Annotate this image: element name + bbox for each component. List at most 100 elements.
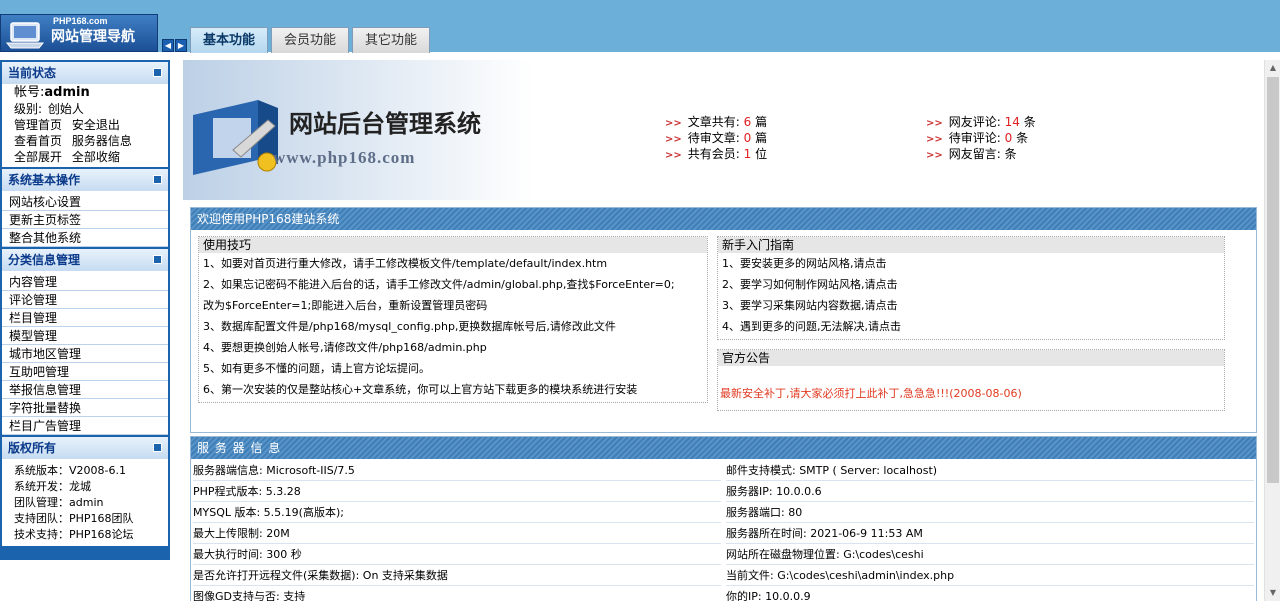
- server-row: 服务器IP: 10.0.0.6: [726, 481, 1254, 502]
- version-line: 系统版本：V2008-6.1: [14, 464, 126, 477]
- stat-unit: 条: [1004, 147, 1017, 161]
- tip-item: 5、如有更多不懂的问题，请上官方论坛提问。: [203, 362, 430, 375]
- logout-link[interactable]: 安全退出: [72, 118, 120, 132]
- banner: 网站后台管理系统 www.php168.com: [183, 60, 533, 200]
- collapse-icon[interactable]: [153, 175, 162, 184]
- guide-title: 新手入门指南: [718, 237, 1224, 253]
- status-links-row: 管理首页 安全退出: [2, 117, 168, 133]
- scroll-thumb[interactable]: [1267, 77, 1279, 483]
- view-home-link[interactable]: 查看首页: [14, 134, 62, 148]
- banner-url: www.php168.com: [273, 148, 416, 167]
- status-links-row: 查看首页 服务器信息: [2, 133, 168, 149]
- main-content: 网站后台管理系统 www.php168.com >> 文章共有: 6 篇 >> 待审…: [183, 60, 1263, 601]
- tab-basic[interactable]: 基本功能: [190, 27, 268, 53]
- server-row: 当前文件: G:\codes\ceshi\admin\index.php: [726, 565, 1254, 586]
- double-arrow-icon: >>: [665, 134, 682, 145]
- nav-mutual-help[interactable]: 互助吧管理: [2, 363, 168, 381]
- guide-link[interactable]: 4、遇到更多的问题,无法解决,请点击: [718, 316, 1224, 337]
- stat-unit: 篇: [755, 131, 768, 145]
- nav-batch-replace[interactable]: 字符批量替换: [2, 399, 168, 417]
- status-links-row: 全部展开 全部收缩: [2, 149, 168, 165]
- welcome-title: 欢迎使用PHP168建站系统: [191, 208, 1256, 230]
- sidebar-section-status[interactable]: 当前状态: [2, 62, 168, 84]
- stat-unit: 条: [1016, 131, 1029, 145]
- nav-integrate-systems[interactable]: 整合其他系统: [2, 229, 168, 247]
- nav-models[interactable]: 模型管理: [2, 327, 168, 345]
- copyright-panel: 系统版本：V2008-6.1 系统开发：龙城 团队管理：admin 支持团队：P…: [2, 459, 168, 546]
- stat-value: 0: [743, 131, 752, 145]
- stat-pending-articles: >> 待审文章: 0 篇: [665, 130, 767, 146]
- nav-core-settings[interactable]: 网站核心设置: [2, 193, 168, 211]
- vertical-scrollbar[interactable]: ▲ ▼: [1264, 60, 1280, 601]
- collapse-icon[interactable]: [153, 255, 162, 264]
- laptop-icon: [5, 22, 45, 49]
- tip-item: 改为$ForceEnter=1;即能进入后台，重新设置管理员密码: [203, 299, 488, 312]
- collapse-all-link[interactable]: 全部收缩: [72, 150, 120, 164]
- level-label: 级别:: [14, 102, 43, 116]
- nav-column-ads[interactable]: 栏目广告管理: [2, 417, 168, 435]
- level-value: 创始人: [47, 102, 84, 116]
- nav-regions[interactable]: 城市地区管理: [2, 345, 168, 363]
- nav-reports[interactable]: 举报信息管理: [2, 381, 168, 399]
- stat-label: 网友留言:: [948, 147, 1001, 161]
- stat-label: 待审评论:: [948, 131, 1001, 145]
- guide-link[interactable]: 2、要学习如何制作网站风格,请点击: [718, 274, 1224, 295]
- support-team-line: 支持团队：PHP168团队: [14, 512, 134, 525]
- tab-other[interactable]: 其它功能: [352, 27, 430, 53]
- guide-link[interactable]: 3、要学习采集网站内容数据,请点击: [718, 295, 1224, 316]
- banner-title: 网站后台管理系统: [289, 112, 481, 138]
- sidebar-section-copyright[interactable]: 版权所有: [2, 437, 168, 459]
- account-value: admin: [44, 85, 90, 100]
- section-title: 分类信息管理: [8, 253, 81, 267]
- team-admin-line: 团队管理：admin: [14, 496, 104, 509]
- stat-value: 0: [1004, 131, 1013, 145]
- stat-comments: >> 网友评论: 14 条: [926, 114, 1036, 130]
- sidebar-section-category[interactable]: 分类信息管理: [2, 249, 168, 271]
- double-arrow-icon: >>: [926, 118, 943, 129]
- tip-item: 1、如要对首页进行重大修改，请手工修改模板文件/template/default…: [203, 257, 608, 270]
- server-info-link[interactable]: 服务器信息: [72, 134, 132, 148]
- stat-unit: 位: [755, 147, 768, 161]
- tech-support-line: 技术支持：PHP168论坛: [14, 528, 134, 541]
- tip-item: 4、要想更换创始人帐号,请修改文件/php168/admin.php: [203, 341, 487, 354]
- nav-content[interactable]: 内容管理: [2, 273, 168, 291]
- collapse-icon[interactable]: [153, 68, 162, 77]
- stat-label: 文章共有:: [687, 115, 740, 129]
- stat-value: 6: [743, 115, 752, 129]
- tips-title: 使用技巧: [199, 237, 707, 253]
- server-row: 网站所在磁盘物理位置: G:\codes\ceshi: [726, 544, 1254, 565]
- nav-update-tags[interactable]: 更新主页标签: [2, 211, 168, 229]
- section-title: 版权所有: [8, 441, 57, 455]
- notice-title: 官方公告: [718, 350, 1224, 366]
- scroll-down-icon[interactable]: ▼: [1265, 585, 1280, 601]
- collapse-left-button[interactable]: ◀: [162, 39, 174, 52]
- nav-columns[interactable]: 栏目管理: [2, 309, 168, 327]
- section-title: 系统基本操作: [8, 173, 81, 187]
- expand-right-button[interactable]: ▶: [175, 39, 187, 52]
- level-line: 级别: 创始人: [2, 101, 168, 117]
- collapse-icon[interactable]: [153, 443, 162, 452]
- top-bar: PHP168.com 网站管理导航 ◀ ▶ 基本功能 会员功能 其它功能: [0, 0, 1280, 53]
- nav-comments[interactable]: 评论管理: [2, 291, 168, 309]
- scroll-up-icon[interactable]: ▲: [1265, 60, 1280, 76]
- tip-item: 3、数据库配置文件是/php168/mysql_config.php,更换数据库…: [203, 320, 616, 333]
- category-nav: 内容管理 评论管理 栏目管理 模型管理 城市地区管理 互助吧管理 举报信息管理 …: [2, 271, 168, 435]
- sidebar-section-basic[interactable]: 系统基本操作: [2, 169, 168, 191]
- stat-label: 待审文章:: [687, 131, 740, 145]
- double-arrow-icon: >>: [926, 150, 943, 161]
- expand-all-link[interactable]: 全部展开: [14, 150, 62, 164]
- account-line: 帐号:admin: [2, 85, 168, 101]
- double-arrow-icon: >>: [665, 118, 682, 129]
- double-arrow-icon: >>: [665, 150, 682, 161]
- stat-value: 14: [1004, 115, 1020, 129]
- admin-home-link[interactable]: 管理首页: [14, 118, 62, 132]
- notice-link[interactable]: 最新安全补丁,请大家必须打上此补丁,急急急!!!(2008-08-06): [718, 385, 1224, 401]
- stat-articles: >> 文章共有: 6 篇: [665, 114, 767, 130]
- tab-member[interactable]: 会员功能: [271, 27, 349, 53]
- stat-unit: 篇: [755, 115, 768, 129]
- server-row: 最大上传限制: 20M: [193, 523, 721, 544]
- stat-members: >> 共有会员: 1 位: [665, 146, 767, 162]
- server-info-title: 服 务 器 信 息: [191, 437, 1256, 459]
- guide-link[interactable]: 1、要安装更多的网站风格,请点击: [718, 253, 1224, 274]
- developer-line: 系统开发：龙城: [14, 480, 91, 493]
